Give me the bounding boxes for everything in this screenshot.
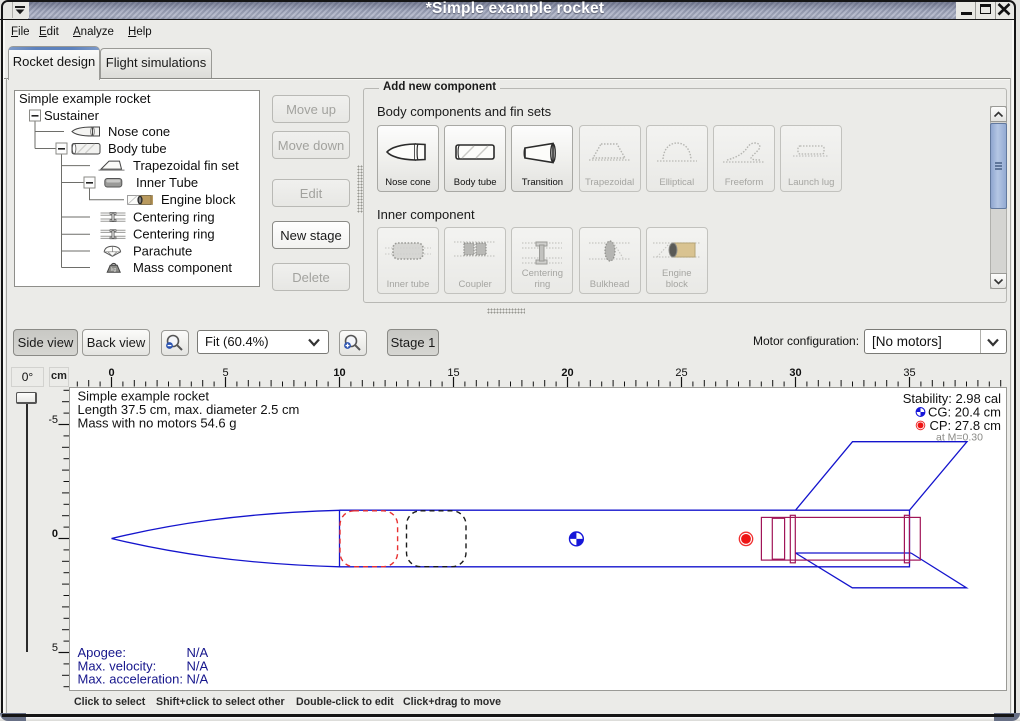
svg-text:Mass component: Mass component xyxy=(133,260,232,275)
svg-text:Sustainer: Sustainer xyxy=(44,108,100,123)
svg-text:Engine block: Engine block xyxy=(161,192,236,207)
svg-text:Mass with no motors 54.6 g: Mass with no motors 54.6 g xyxy=(78,416,237,431)
svg-text:kg: kg xyxy=(111,267,117,273)
svg-text:15: 15 xyxy=(447,367,459,379)
svg-text:35: 35 xyxy=(903,367,915,379)
svg-text:0: 0 xyxy=(108,367,114,379)
svg-text:Centering ring: Centering ring xyxy=(133,227,215,242)
svg-text:Inner Tube: Inner Tube xyxy=(136,175,198,190)
svg-text:-5: -5 xyxy=(49,414,58,426)
svg-text:10: 10 xyxy=(333,367,345,379)
svg-text:30: 30 xyxy=(789,367,801,379)
svg-text:Parachute: Parachute xyxy=(133,243,192,258)
svg-text:N/A: N/A xyxy=(187,672,209,687)
svg-text:Centering ring: Centering ring xyxy=(133,209,215,224)
svg-text:25: 25 xyxy=(675,367,687,379)
svg-text:Max. acceleration:: Max. acceleration: xyxy=(78,672,184,687)
svg-text:Trapezoidal fin set: Trapezoidal fin set xyxy=(133,158,239,173)
svg-text:20: 20 xyxy=(561,367,573,379)
svg-text:5: 5 xyxy=(222,367,228,379)
svg-text:0: 0 xyxy=(52,528,58,540)
svg-text:Body tube: Body tube xyxy=(108,141,167,156)
svg-text:5: 5 xyxy=(52,642,58,654)
svg-text:at M=0.30: at M=0.30 xyxy=(936,432,983,444)
svg-text:Simple example rocket: Simple example rocket xyxy=(19,91,151,106)
svg-text:Nose cone: Nose cone xyxy=(108,124,170,139)
